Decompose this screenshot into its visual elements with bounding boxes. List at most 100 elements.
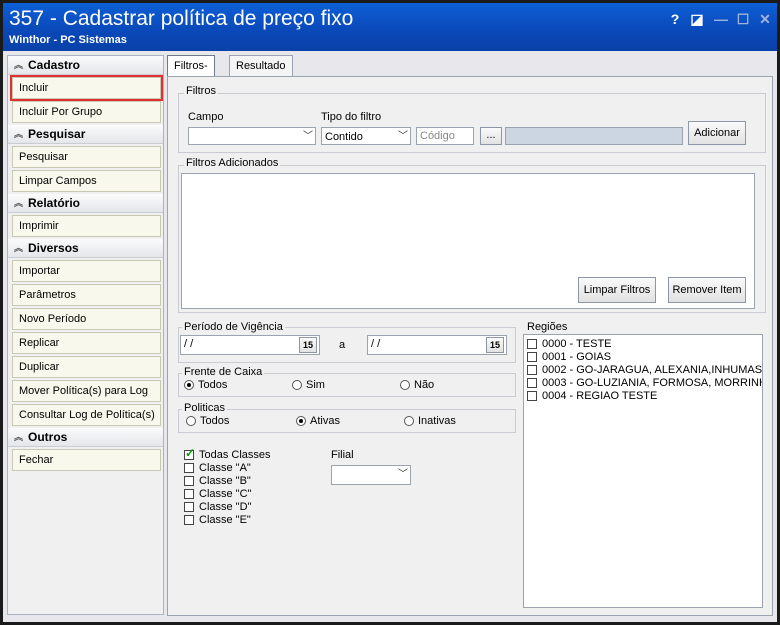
regiao-label: 0000 - TESTE xyxy=(542,338,612,350)
tab-filtros[interactable]: Filtros-F5 xyxy=(167,55,215,92)
politicas-ativas-label: Ativas xyxy=(310,415,340,427)
importar-button[interactable]: Importar xyxy=(12,260,161,282)
section-label: Pesquisar xyxy=(28,127,86,141)
classe-a-checkbox[interactable]: Classe "A" xyxy=(184,462,251,474)
classe-b-checkbox[interactable]: Classe "B" xyxy=(184,475,251,487)
regiao-item[interactable]: 0003 - GO-LUZIANIA, FORMOSA, MORRINHO xyxy=(527,377,763,389)
incluir-por-grupo-button[interactable]: Incluir Por Grupo xyxy=(12,101,161,123)
radio-selected-icon xyxy=(296,416,306,426)
maximize-icon[interactable]: ☐ xyxy=(735,11,751,27)
section-label: Outros xyxy=(28,430,68,444)
incluir-button[interactable]: Incluir xyxy=(10,75,163,101)
filtros-panel: Filtros Campo ﹀ Tipo do filtro Contido ﹀ … xyxy=(167,76,773,616)
duplicar-button[interactable]: Duplicar xyxy=(12,356,161,378)
politicas-label: Politicas xyxy=(182,402,227,414)
descricao-input[interactable] xyxy=(505,127,683,145)
checkbox-icon xyxy=(184,502,194,512)
politicas-todos-radio[interactable]: Todos xyxy=(186,415,229,427)
tipo-filtro-label: Tipo do filtro xyxy=(321,111,382,123)
section-diversos[interactable]: ︽ Diversos xyxy=(8,239,163,258)
section-pesquisar[interactable]: ︽ Pesquisar xyxy=(8,125,163,144)
vigencia-to-value: / / xyxy=(371,338,381,350)
section-relatorio[interactable]: ︽ Relatório xyxy=(8,194,163,213)
regiao-label: 0003 - GO-LUZIANIA, FORMOSA, MORRINHO xyxy=(542,377,763,389)
regioes-label: Regiões xyxy=(527,321,568,333)
regiao-item[interactable]: 0002 - GO-JARAGUA, ALEXANIA,INHUMAS(1- xyxy=(527,364,763,376)
restore-icon[interactable]: ◪ xyxy=(689,11,705,27)
title-bar: 357 - Cadastrar política de preço fixo W… xyxy=(3,3,777,51)
chevron-up-icon: ︽ xyxy=(14,432,24,442)
radio-icon xyxy=(292,380,302,390)
classe-a-label: Classe "A" xyxy=(199,462,251,474)
window-subtitle: Winthor - PC Sistemas xyxy=(9,34,127,46)
chevron-down-icon: ﹀ xyxy=(398,131,408,142)
todas-classes-checkbox[interactable]: Todas Classes xyxy=(184,446,271,461)
minimize-icon[interactable]: — xyxy=(713,11,729,27)
politicas-todos-label: Todos xyxy=(200,415,230,427)
parametros-button[interactable]: Parâmetros xyxy=(12,284,161,306)
radio-icon xyxy=(404,416,414,426)
vigencia-label: Período de Vigência xyxy=(182,321,285,333)
help-icon[interactable]: ? xyxy=(667,11,683,27)
calendar-to-icon[interactable]: 15 xyxy=(486,337,504,353)
section-cadastro[interactable]: ︽ Cadastro xyxy=(8,56,163,75)
politicas-ativas-radio[interactable]: Ativas xyxy=(296,415,340,427)
filial-label: Filial xyxy=(331,449,354,461)
chevron-down-icon: ﹀ xyxy=(398,469,408,480)
limpar-campos-button[interactable]: Limpar Campos xyxy=(12,170,161,192)
section-label: Diversos xyxy=(28,241,79,255)
limpar-filtros-button[interactable]: Limpar Filtros xyxy=(578,277,656,303)
regiao-item[interactable]: 0000 - TESTE xyxy=(527,338,612,350)
codigo-input[interactable]: Código xyxy=(416,127,474,145)
pesquisar-button[interactable]: Pesquisar xyxy=(12,146,161,168)
chevron-down-icon: ﹀ xyxy=(303,131,313,142)
regiao-label: 0004 - REGIAO TESTE xyxy=(542,390,658,402)
frente-todos-radio[interactable]: Todos xyxy=(184,379,227,391)
fechar-button[interactable]: Fechar xyxy=(12,449,161,471)
chevron-up-icon: ︽ xyxy=(14,198,24,208)
checkbox-icon xyxy=(184,515,194,525)
section-outros[interactable]: ︽ Outros xyxy=(8,428,163,447)
classe-e-label: Classe "E" xyxy=(199,514,251,526)
mover-politica-log-button[interactable]: Mover Política(s) para Log xyxy=(12,380,161,402)
classe-b-label: Classe "B" xyxy=(199,475,251,487)
campo-select[interactable]: ﹀ xyxy=(188,127,316,145)
frente-caixa-label: Frente de Caixa xyxy=(182,366,265,378)
checkbox-icon xyxy=(527,339,537,349)
novo-periodo-button[interactable]: Novo Período xyxy=(12,308,161,330)
filial-select[interactable]: ﹀ xyxy=(331,465,411,485)
regiao-item[interactable]: 0001 - GOIAS xyxy=(527,351,611,363)
close-icon[interactable]: ✕ xyxy=(757,11,773,27)
frente-nao-radio[interactable]: Não xyxy=(400,379,434,391)
frente-sim-radio[interactable]: Sim xyxy=(292,379,325,391)
classe-c-checkbox[interactable]: Classe "C" xyxy=(184,488,251,500)
calendar-from-icon[interactable]: 15 xyxy=(299,337,317,353)
checkbox-icon xyxy=(527,352,537,362)
consultar-log-politica-button[interactable]: Consultar Log de Política(s) xyxy=(12,404,161,426)
chevron-up-icon: ︽ xyxy=(14,60,24,70)
radio-icon xyxy=(186,416,196,426)
replicar-button[interactable]: Replicar xyxy=(12,332,161,354)
client-area: ︽ Cadastro Incluir Incluir Por Grupo ︽ Pes… xyxy=(3,51,777,622)
chevron-up-icon: ︽ xyxy=(14,129,24,139)
imprimir-button[interactable]: Imprimir xyxy=(12,215,161,237)
regioes-list[interactable]: 0000 - TESTE 0001 - GOIAS 0002 - GO-JARA… xyxy=(523,334,763,608)
app-window: 357 - Cadastrar política de preço fixo W… xyxy=(0,0,780,625)
tab-resultado-pesquisa[interactable]: Resultado da Pesquisa-F6 xyxy=(229,55,293,132)
remover-item-button[interactable]: Remover Item xyxy=(668,277,746,303)
politicas-inativas-radio[interactable]: Inativas xyxy=(404,415,456,427)
classe-e-checkbox[interactable]: Classe "E" xyxy=(184,514,251,526)
checkbox-checked-icon xyxy=(184,446,195,460)
vigencia-from-value: / / xyxy=(184,338,194,350)
ellipsis-button[interactable]: ... xyxy=(480,127,502,145)
radio-selected-icon xyxy=(184,380,194,390)
section-label: Relatório xyxy=(28,196,81,210)
regiao-label: 0002 - GO-JARAGUA, ALEXANIA,INHUMAS(1- xyxy=(542,364,763,376)
adicionar-button[interactable]: Adicionar xyxy=(688,121,746,145)
checkbox-icon xyxy=(527,378,537,388)
classe-d-checkbox[interactable]: Classe "D" xyxy=(184,501,251,513)
chevron-up-icon: ︽ xyxy=(14,243,24,253)
tipo-filtro-select[interactable]: Contido ﹀ xyxy=(321,127,411,145)
regiao-item[interactable]: 0004 - REGIAO TESTE xyxy=(527,390,657,402)
checkbox-icon xyxy=(527,391,537,401)
